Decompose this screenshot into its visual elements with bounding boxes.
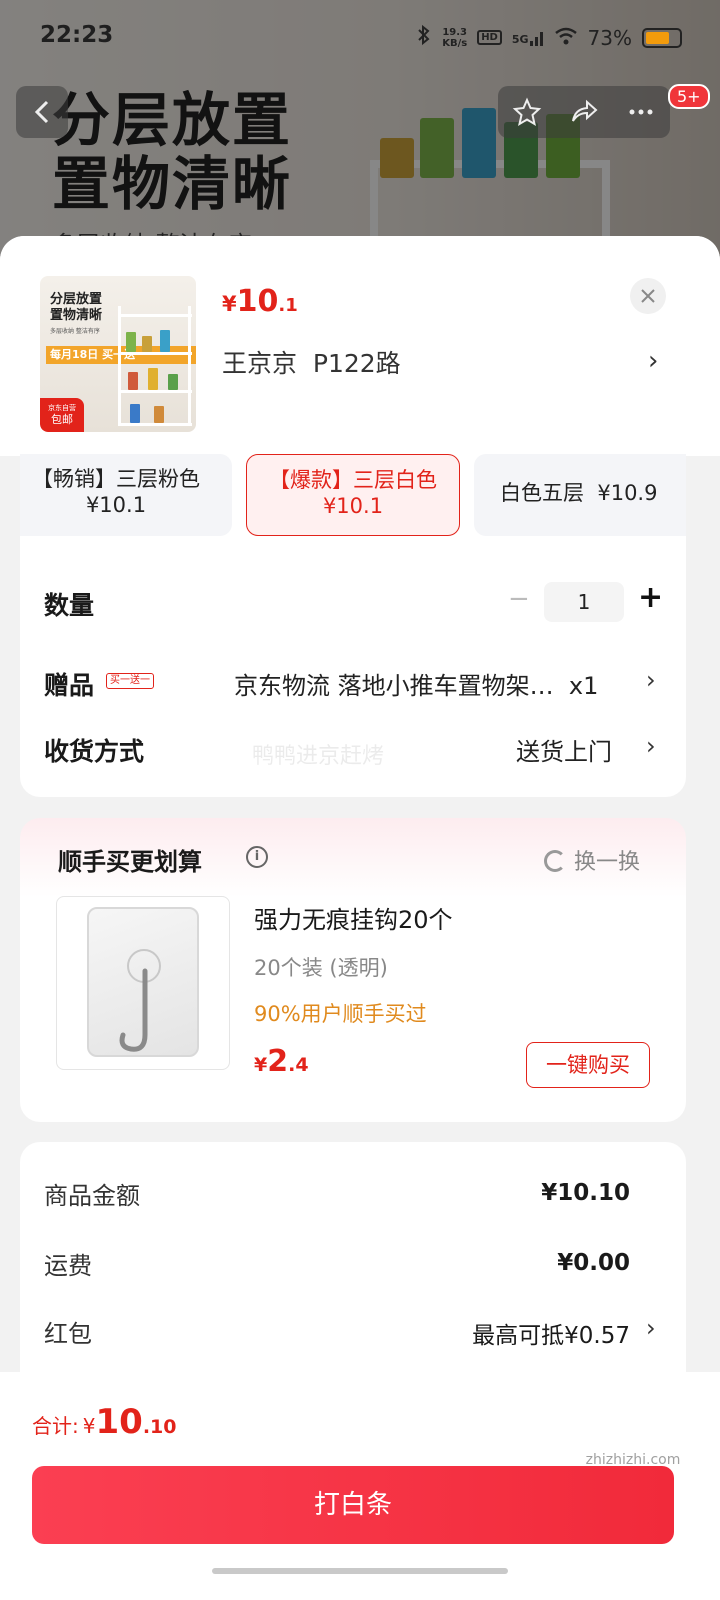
price-dec: .4	[288, 1054, 309, 1076]
home-indicator[interactable]	[212, 1568, 508, 1574]
chevron-right-icon[interactable]: ›	[646, 666, 656, 694]
notification-badge: 5+	[668, 84, 710, 109]
summary-value: ¥10.10	[541, 1180, 630, 1206]
gift-item[interactable]: 京东物流 落地小推车置物架… x1	[234, 666, 598, 701]
options-card: 【畅销】三层粉色 ¥10.1 【爆款】三层白色 ¥10.1 白色五层 ¥10.9…	[20, 454, 686, 797]
hook-plate-illustration	[87, 907, 199, 1057]
chevron-right-icon[interactable]: ›	[646, 732, 656, 760]
pay-baitiao-button[interactable]: 打白条	[32, 1466, 674, 1544]
recommended-item-name[interactable]: 强力无痕挂钩20个	[254, 900, 453, 935]
info-icon[interactable]: i	[246, 846, 268, 868]
wifi-icon	[554, 26, 578, 50]
refresh-icon	[544, 850, 566, 872]
net-speed-value: 19.3	[442, 26, 468, 38]
order-total: 合计: ¥10.10	[32, 1402, 176, 1442]
recommendation-title: 顺手买更划算	[58, 848, 202, 876]
site-watermark-text: 值值值	[564, 1395, 702, 1446]
price-summary-card: 商品金额 ¥10.10 运费 ¥0.00 红包 最高可抵¥0.57 ›	[20, 1142, 686, 1402]
chevron-right-icon[interactable]: ›	[648, 346, 658, 376]
recommendation-card: 顺手买更划算 i 换一换 强力无痕挂钩20个 20个装 (透明) 90%用户顺手…	[20, 818, 686, 1122]
swap-label: 换一换	[574, 850, 641, 875]
quantity-label: 数量	[44, 591, 95, 620]
favorite-button[interactable]	[503, 97, 551, 127]
delivery-method[interactable]: 送货上门	[516, 732, 612, 767]
star-icon	[512, 97, 541, 127]
variant-name: 【畅销】三层粉色	[32, 467, 200, 491]
bluetooth-icon	[416, 24, 432, 51]
one-click-buy-button[interactable]: 一键购买	[526, 1042, 650, 1088]
more-button[interactable]	[617, 97, 665, 127]
price-int: 2	[267, 1044, 289, 1079]
price-currency: ¥	[254, 1054, 268, 1076]
variant-selector: 【畅销】三层粉色 ¥10.1 【爆款】三层白色 ¥10.1 白色五层 ¥10.9	[20, 454, 686, 536]
signal-5g-label: 5G	[511, 32, 529, 46]
status-icons: 19.3 KB/s HD 5G 73%	[416, 24, 682, 51]
shipping-address[interactable]: 王京京 P122路	[222, 344, 401, 380]
total-dec: .10	[142, 1416, 177, 1438]
close-icon	[641, 289, 655, 303]
variant-price: ¥10.1	[322, 494, 384, 518]
more-icon	[629, 109, 653, 115]
thumb-self-operated-tag: 京东自营 包邮	[40, 398, 84, 432]
sheet-header: 分层放置 置物清晰 多层收纳 整洁有序 每月18日 买一送一 京东自营 包邮 ¥…	[0, 236, 720, 456]
price-dec: .1	[278, 295, 298, 316]
user-watermark: 鸭鸭进京赶烤	[252, 744, 385, 769]
total-label: 合计:	[32, 1414, 79, 1438]
status-bar: 22:23 19.3 KB/s HD 5G 73%	[0, 0, 720, 72]
variant-option-white-selected[interactable]: 【爆款】三层白色 ¥10.1	[246, 454, 460, 536]
summary-label: 运费	[44, 1252, 92, 1280]
summary-label: 商品金额	[44, 1182, 140, 1210]
summary-label: 红包	[44, 1320, 92, 1348]
top-action-group	[498, 86, 670, 138]
product-thumbnail[interactable]: 分层放置 置物清晰 多层收纳 整洁有序 每月18日 买一送一 京东自营 包邮	[40, 276, 196, 432]
share-icon	[571, 99, 598, 122]
battery-icon	[642, 27, 682, 48]
hd-badge: HD	[477, 30, 502, 45]
quantity-minus-button[interactable]: −	[508, 584, 530, 614]
quantity-plus-button[interactable]: +	[638, 580, 663, 615]
swap-button[interactable]: 换一换	[544, 844, 640, 876]
recommended-item-price: ¥2.4	[254, 1044, 309, 1079]
thumb-tag-main: 包邮	[51, 413, 73, 426]
total-int: 10	[95, 1402, 143, 1442]
summary-value: ¥0.00	[557, 1250, 630, 1276]
variant-name: 【爆款】三层白色	[269, 468, 437, 492]
variant-price: ¥10.1	[85, 493, 147, 517]
total-currency: ¥	[82, 1414, 96, 1438]
back-button[interactable]	[16, 86, 68, 138]
variant-name: 白色五层 ¥10.9	[500, 481, 658, 505]
variant-option-white-five[interactable]: 白色五层 ¥10.9	[474, 454, 686, 536]
recommended-item-spec: 20个装 (透明)	[254, 956, 388, 980]
net-speed: 19.3 KB/s	[442, 27, 467, 49]
quantity-input[interactable]: 1	[544, 582, 624, 622]
price-currency: ¥	[222, 292, 237, 316]
red-packet-value[interactable]: 最高可抵¥0.57	[472, 1316, 630, 1350]
battery-percent: 73%	[587, 25, 632, 50]
status-time: 22:23	[40, 22, 114, 48]
share-button[interactable]	[560, 97, 608, 127]
gift-promo-tag: 买一送一	[106, 673, 154, 689]
signal-5g: 5G	[512, 30, 544, 46]
recommended-item-social-proof: 90%用户顺手买过	[254, 1002, 427, 1026]
net-speed-unit: KB/s	[442, 37, 468, 49]
gift-label: 赠品	[44, 671, 95, 700]
price-int: 10	[236, 284, 279, 319]
variant-option-pink[interactable]: 【畅销】三层粉色 ¥10.1	[20, 454, 232, 536]
thumb-title: 分层放置 置物清晰	[50, 292, 103, 323]
site-watermark-url: zhizhizhi.com	[585, 1452, 681, 1468]
thumb-shelf-illustration	[118, 306, 192, 426]
recommended-item-image[interactable]	[56, 896, 230, 1070]
delivery-label: 收货方式	[44, 737, 145, 766]
site-watermark: 值值值 zhizhizhi.com	[558, 1384, 708, 1468]
product-price: ¥10.1	[222, 284, 298, 319]
close-button[interactable]	[630, 278, 666, 314]
chevron-left-icon	[34, 100, 49, 124]
chevron-right-icon[interactable]: ›	[646, 1314, 656, 1342]
purchase-sheet: 分层放置 置物清晰 多层收纳 整洁有序 每月18日 买一送一 京东自营 包邮 ¥…	[0, 236, 720, 1600]
thumb-subtitle: 多层收纳 整洁有序	[50, 328, 100, 335]
